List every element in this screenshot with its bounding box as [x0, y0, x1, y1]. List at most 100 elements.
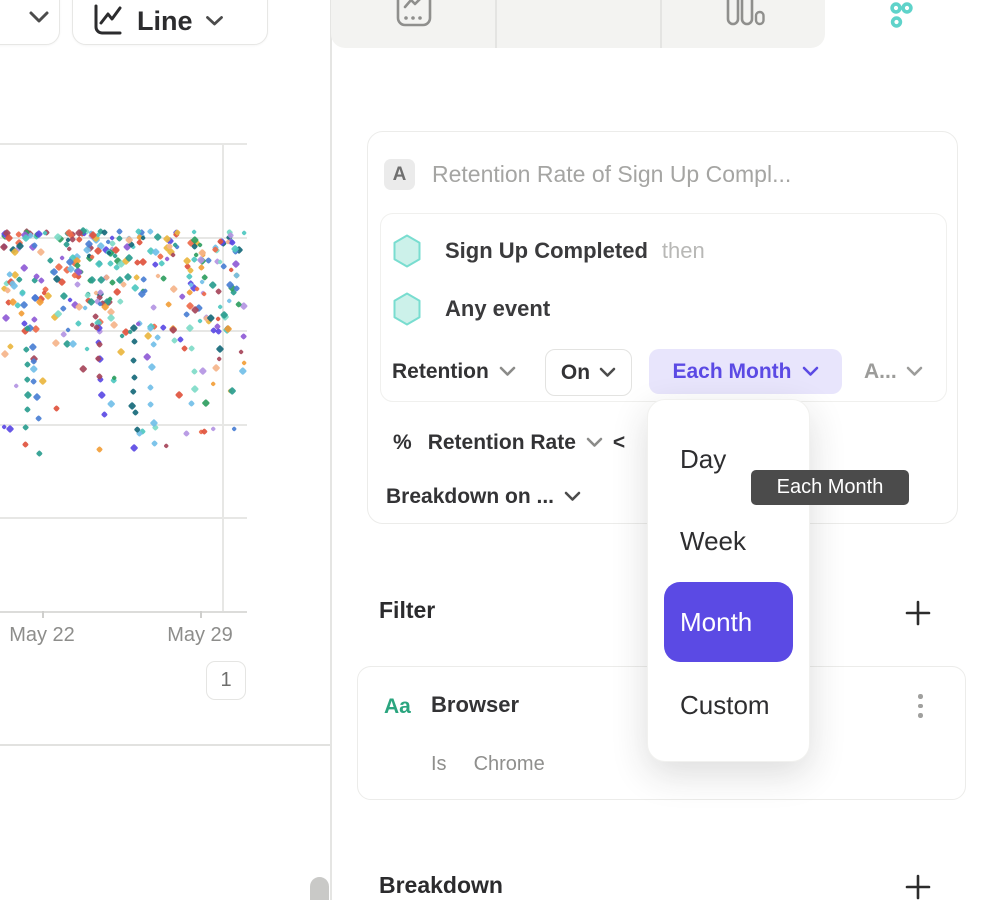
breakdown-on-dropdown[interactable]: Breakdown on ... [386, 474, 581, 519]
scatter-point [95, 260, 103, 268]
kebab-menu-icon[interactable] [918, 694, 923, 718]
scatter-point [117, 347, 126, 356]
on-dropdown[interactable]: On [545, 349, 632, 396]
scatter-point [131, 338, 138, 345]
chart-type-button[interactable]: Line [72, 0, 268, 45]
scatter-point [194, 286, 200, 292]
menu-item-week[interactable]: Week [680, 526, 746, 557]
scatter-point [35, 415, 42, 422]
event-row-first[interactable]: Sign Up Completed then [392, 234, 705, 268]
scatter-point [179, 293, 185, 299]
event-row-second[interactable]: Any event [392, 292, 564, 326]
tab-insights[interactable] [331, 0, 495, 48]
scatter-point [139, 258, 148, 267]
more-options-dropdown[interactable]: A... [864, 349, 923, 394]
scatter-point [101, 411, 108, 418]
scatter-plot [0, 143, 247, 623]
event-name: Any event [445, 296, 550, 322]
filter-condition[interactable]: Is Chrome [431, 753, 545, 776]
scatter-point [98, 391, 106, 399]
scatter-point [241, 361, 247, 367]
scatter-point [110, 321, 119, 330]
menu-item-day[interactable]: Day [680, 444, 726, 475]
scatter-point [143, 353, 152, 362]
scatter-point [164, 256, 170, 262]
scatter-point [67, 297, 73, 303]
chevron-down-icon [906, 366, 923, 377]
tab-retention-active[interactable] [878, 0, 930, 40]
scatter-point [39, 377, 47, 385]
scatter-point [132, 409, 139, 416]
metric-dropdown[interactable]: % Retention Rate < [393, 420, 625, 465]
scatter-point [19, 289, 26, 296]
retention-type-label: Retention [392, 360, 489, 384]
scatter-point [130, 357, 137, 364]
scatter-point [212, 364, 221, 373]
scatter-point [197, 242, 203, 248]
menu-item-month-selected[interactable]: Month [664, 582, 793, 662]
tab-flow[interactable] [661, 0, 825, 48]
chevron-down-icon [564, 491, 581, 502]
scatter-point [131, 283, 140, 292]
view-tabs [331, 0, 825, 48]
query-label-badge: A [384, 159, 415, 190]
scatter-point [150, 304, 157, 311]
scatter-point [36, 450, 43, 457]
add-breakdown-button[interactable] [904, 873, 932, 900]
filter-section-heading: Filter [379, 597, 435, 624]
event-hexagon-icon [392, 292, 422, 326]
filter-property: Browser [431, 692, 519, 718]
menu-item-custom[interactable]: Custom [680, 690, 770, 721]
scatter-point [60, 255, 66, 261]
scatter-point [7, 343, 14, 350]
scatter-point [147, 228, 154, 235]
scrollbar-thumb[interactable] [310, 877, 329, 900]
scatter-point [130, 444, 139, 453]
scatter-point [183, 257, 192, 266]
scatter-point [117, 298, 123, 304]
add-filter-button[interactable] [904, 599, 932, 627]
scatter-point [163, 443, 169, 449]
string-type-icon: Aa [384, 695, 411, 719]
scatter-point [157, 260, 165, 268]
scatter-point [147, 384, 154, 391]
x-axis-label: May 29 [167, 624, 233, 647]
scatter-point [154, 333, 161, 340]
panel-divider [330, 0, 332, 900]
event-name: Sign Up Completed [445, 238, 648, 264]
scatter-point [240, 332, 247, 339]
scatter-point [239, 366, 247, 374]
scatter-point [188, 400, 195, 407]
scatter-point [84, 347, 90, 353]
scatter-point [109, 279, 116, 286]
interval-dropdown[interactable]: Each Month [649, 349, 842, 394]
tab-bars[interactable] [496, 0, 660, 48]
scatter-point [198, 366, 206, 374]
scatter-point [226, 298, 232, 304]
insights-chart-icon [395, 0, 433, 30]
scatter-point [96, 446, 103, 453]
x-axis-tick [42, 611, 44, 618]
query-title: Retention Rate of Sign Up Compl... [432, 161, 791, 188]
chart-options-button-partial[interactable] [0, 0, 60, 45]
scatter-point [1, 350, 9, 358]
scatter-point [31, 316, 38, 323]
scatter-point [165, 301, 172, 308]
scatter-point [4, 287, 12, 295]
scatter-point [69, 340, 78, 349]
scatter-point [133, 274, 140, 281]
chevron-down-icon [28, 10, 50, 24]
scatter-point [211, 426, 217, 432]
scatter-point [177, 336, 184, 343]
scatter-point [130, 388, 136, 394]
scatter-point [75, 320, 82, 327]
scatter-point [190, 385, 198, 393]
retention-type-dropdown[interactable]: Retention [392, 349, 516, 394]
pagination-page-button[interactable]: 1 [206, 661, 246, 700]
scatter-point [78, 364, 87, 373]
scatter-point [107, 399, 116, 408]
scatter-point [170, 285, 178, 293]
x-axis-tick [200, 611, 202, 618]
scatter-point [191, 230, 197, 236]
scatter-point [183, 430, 190, 437]
